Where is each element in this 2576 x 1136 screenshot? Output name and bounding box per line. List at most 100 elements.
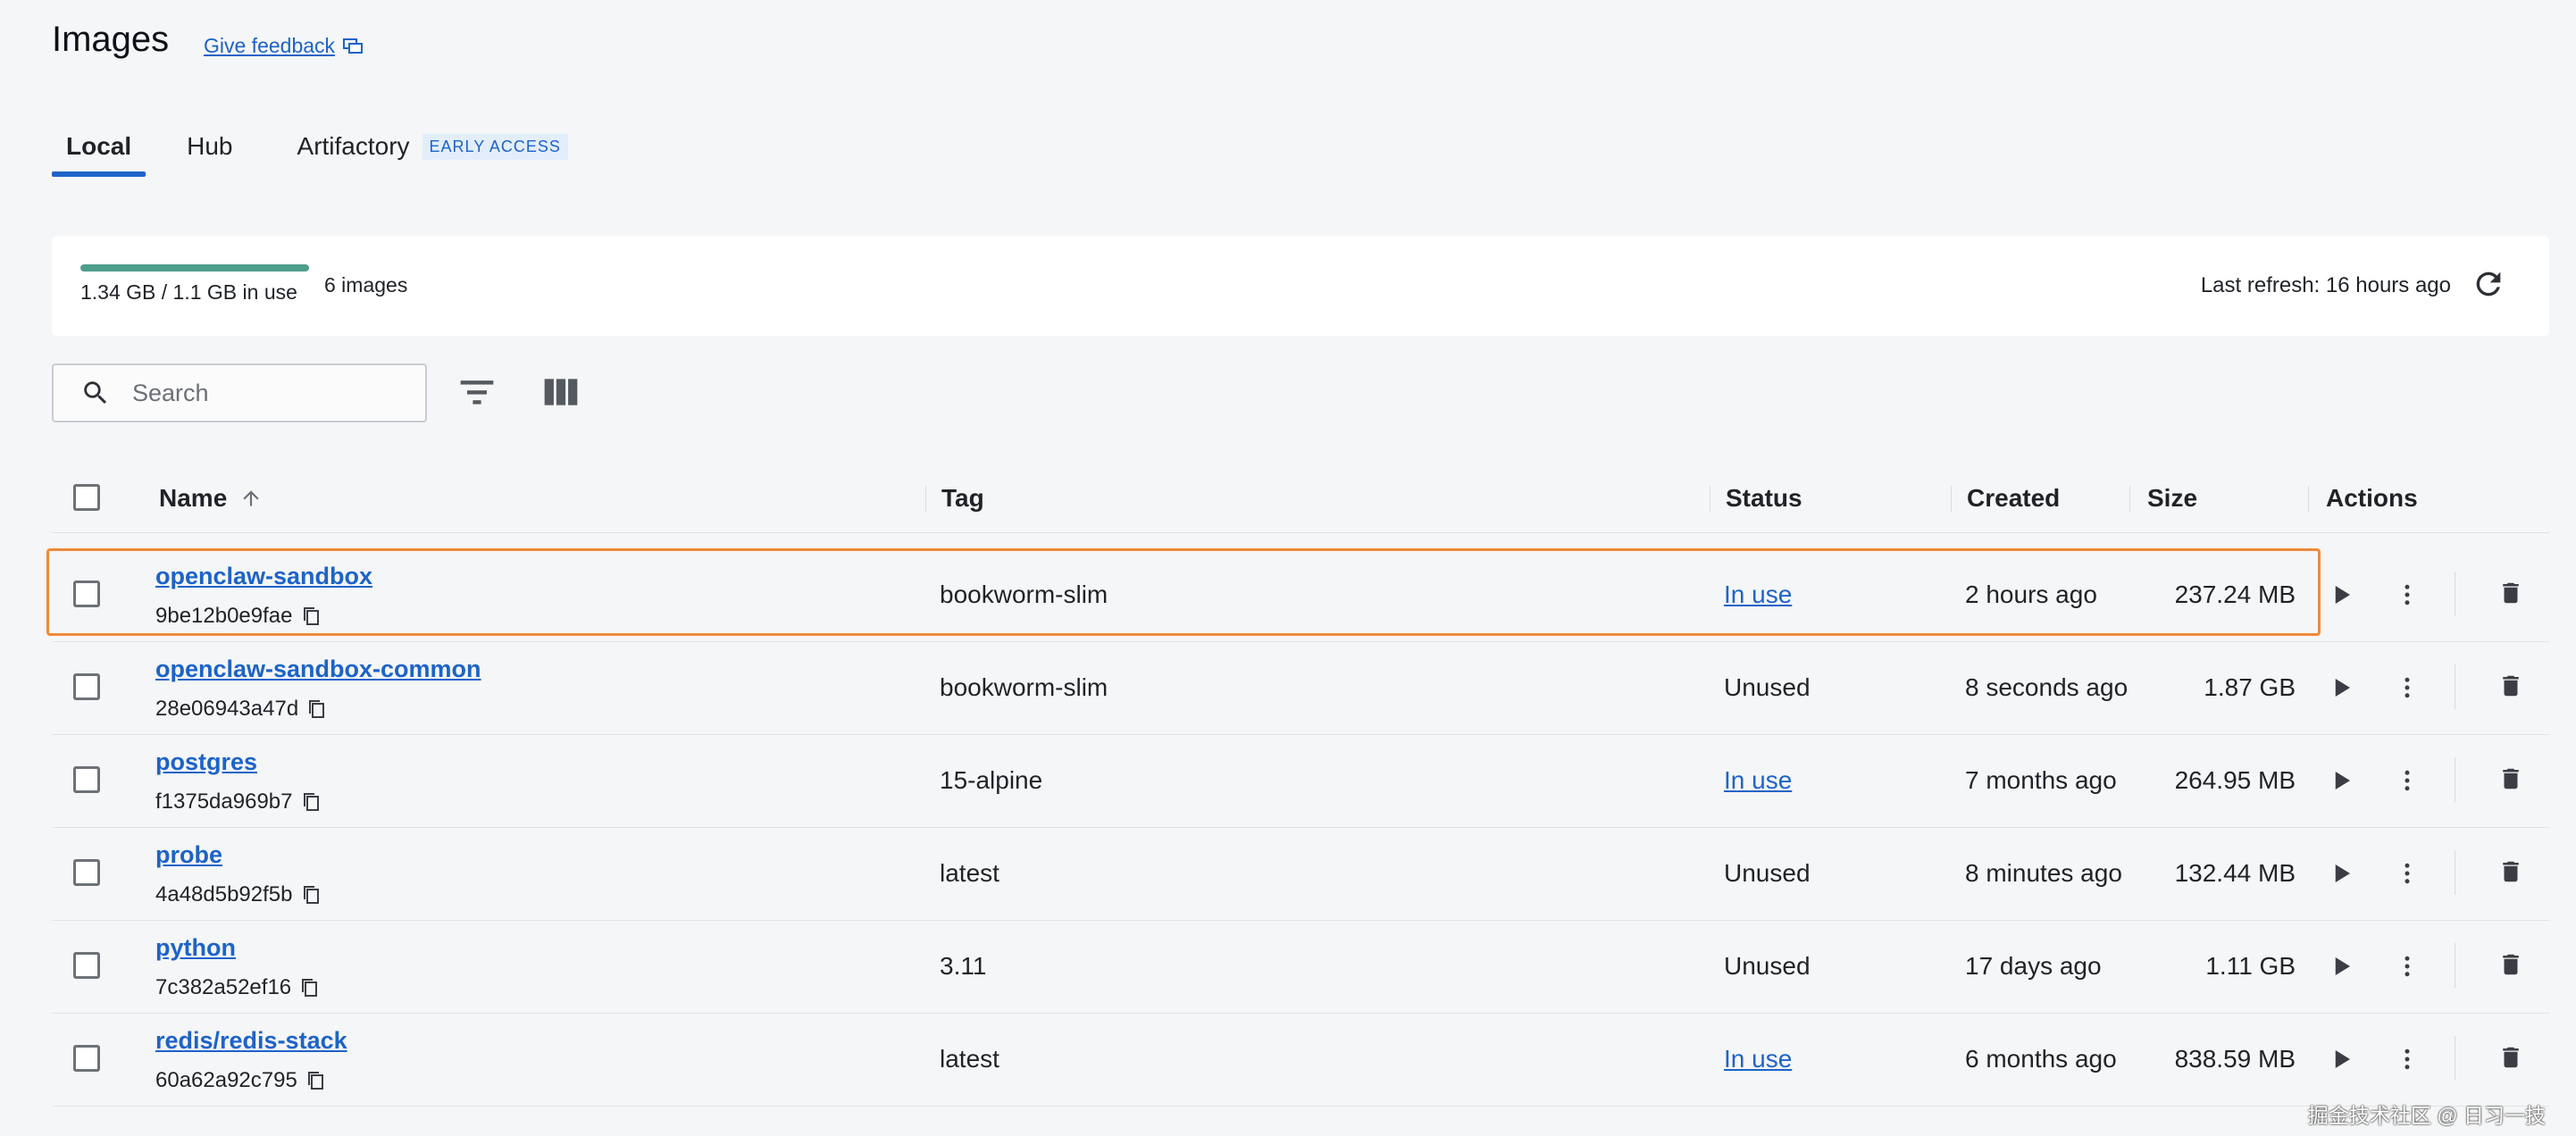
image-tag: 3.11: [940, 952, 987, 980]
table-row[interactable]: redis/redis-stack 60a62a92c795 latest In us…: [52, 1013, 2549, 1107]
page-title: Images: [52, 20, 170, 59]
run-icon[interactable]: [2328, 952, 2354, 981]
run-icon[interactable]: [2328, 673, 2354, 702]
refresh-icon[interactable]: [2471, 266, 2506, 302]
copy-icon[interactable]: [302, 884, 322, 906]
more-options-icon[interactable]: [2394, 950, 2421, 982]
image-name-link[interactable]: python: [155, 934, 236, 962]
image-id-text: 4a48d5b92f5b: [155, 882, 293, 906]
row-checkbox[interactable]: [73, 766, 100, 793]
image-name-link[interactable]: postgres: [155, 748, 257, 776]
more-options-icon[interactable]: [2394, 579, 2421, 611]
column-divider: [2129, 486, 2130, 513]
image-size: 1.11 GB: [2205, 952, 2296, 980]
image-id: 9be12b0e9fae: [155, 604, 322, 629]
tab-local[interactable]: Local: [52, 132, 146, 177]
copy-icon[interactable]: [300, 977, 320, 998]
more-options-icon[interactable]: [2394, 857, 2421, 890]
image-status[interactable]: In use: [1724, 1045, 1792, 1073]
run-icon[interactable]: [2328, 581, 2354, 609]
image-status: Unused: [1724, 859, 1811, 887]
delete-icon[interactable]: [2497, 856, 2524, 888]
last-refresh-text: Last refresh: 16 hours ago: [2200, 273, 2451, 297]
image-size: 1.87 GB: [2204, 673, 2296, 701]
image-id-text: f1375da969b7: [155, 789, 293, 814]
more-options-icon[interactable]: [2394, 672, 2421, 704]
delete-icon[interactable]: [2497, 763, 2524, 795]
delete-icon[interactable]: [2497, 670, 2524, 702]
copy-icon[interactable]: [306, 1070, 326, 1091]
tab-hub[interactable]: Hub: [172, 132, 247, 177]
select-all-checkbox[interactable]: [73, 484, 100, 511]
filter-icon[interactable]: [457, 377, 497, 407]
column-header-created[interactable]: Created: [1967, 484, 2060, 513]
image-created: 8 seconds ago: [1965, 673, 2129, 701]
image-status[interactable]: In use: [1724, 581, 1792, 609]
image-id: 4a48d5b92f5b: [155, 882, 322, 907]
row-checkbox[interactable]: [73, 952, 100, 979]
delete-icon[interactable]: [2497, 577, 2524, 609]
image-count: 6 images: [324, 273, 408, 297]
column-header-name-label: Name: [159, 484, 228, 512]
image-size: 237.24 MB: [2174, 581, 2296, 608]
column-header-size[interactable]: Size: [2147, 484, 2197, 513]
copy-icon[interactable]: [302, 606, 322, 627]
column-header-tag[interactable]: Tag: [941, 484, 984, 513]
image-id: 60a62a92c795: [155, 1068, 326, 1093]
columns-icon[interactable]: [541, 377, 581, 407]
table-row[interactable]: openclaw-sandbox-common 28e06943a47d bookw…: [52, 641, 2549, 735]
column-header-status[interactable]: Status: [1726, 484, 1802, 513]
image-tag: latest: [940, 859, 999, 887]
image-created: 6 months ago: [1965, 1045, 2117, 1073]
table-row[interactable]: postgres f1375da969b7 15-alpine In use 7 mon…: [52, 734, 2549, 828]
copy-icon[interactable]: [302, 791, 322, 813]
image-status[interactable]: In use: [1724, 766, 1792, 795]
search-input[interactable]: [130, 378, 402, 408]
column-header-name[interactable]: Name: [159, 484, 263, 513]
image-status: Unused: [1724, 673, 1811, 701]
table-row[interactable]: probe 4a48d5b92f5b latest Unused 8 minutes a…: [52, 827, 2549, 921]
image-id-text: 60a62a92c795: [155, 1068, 297, 1092]
more-options-icon[interactable]: [2394, 1043, 2421, 1075]
image-id-text: 7c382a52ef16: [155, 975, 292, 999]
run-icon[interactable]: [2328, 766, 2354, 795]
table-row[interactable]: python 7c382a52ef16 3.11 Unused 17 days ago 1…: [52, 920, 2549, 1014]
image-size: 132.44 MB: [2174, 859, 2296, 887]
image-size: 838.59 MB: [2174, 1045, 2296, 1073]
search-field[interactable]: [52, 363, 427, 422]
image-id: 28e06943a47d: [155, 697, 327, 722]
copy-icon[interactable]: [307, 698, 327, 720]
image-name-link[interactable]: openclaw-sandbox-common: [155, 656, 481, 683]
tab-hub-label: Hub: [187, 132, 233, 160]
image-status: Unused: [1724, 952, 1811, 980]
table-row[interactable]: openclaw-sandbox 9be12b0e9fae bookworm-sli…: [52, 548, 2549, 642]
image-name-link[interactable]: probe: [155, 841, 222, 869]
image-name-link[interactable]: redis/redis-stack: [155, 1027, 347, 1055]
image-tag: bookworm-slim: [940, 673, 1108, 701]
run-icon[interactable]: [2328, 859, 2354, 888]
column-divider: [925, 486, 926, 513]
feedback-icon: [343, 38, 364, 54]
more-options-icon[interactable]: [2394, 764, 2421, 797]
sort-ascending-icon: [243, 490, 259, 506]
give-feedback-link[interactable]: Give feedback: [204, 34, 364, 58]
image-tag: latest: [940, 1045, 999, 1073]
run-icon[interactable]: [2328, 1045, 2354, 1073]
row-checkbox[interactable]: [73, 1045, 100, 1072]
row-checkbox[interactable]: [73, 859, 100, 886]
tab-artifactory-label: Artifactory: [297, 132, 410, 160]
delete-icon[interactable]: [2497, 1041, 2524, 1073]
watermark: 掘金技术社区 @ 日习一技: [2307, 1104, 2546, 1127]
image-name-link[interactable]: openclaw-sandbox: [155, 563, 372, 590]
early-access-badge: EARLY ACCESS: [422, 133, 568, 160]
image-tag: bookworm-slim: [940, 581, 1108, 608]
disk-usage-panel: 1.34 GB / 1.1 GB in use 6 images Last re…: [52, 236, 2549, 336]
tab-artifactory[interactable]: Artifactory EARLY ACCESS: [283, 132, 582, 177]
image-id-text: 28e06943a47d: [155, 697, 299, 721]
row-checkbox[interactable]: [73, 673, 100, 700]
image-created: 17 days ago: [1965, 952, 2102, 980]
column-divider: [1951, 486, 1952, 513]
delete-icon[interactable]: [2497, 948, 2524, 981]
give-feedback-label: Give feedback: [204, 34, 336, 57]
row-checkbox[interactable]: [73, 581, 100, 607]
